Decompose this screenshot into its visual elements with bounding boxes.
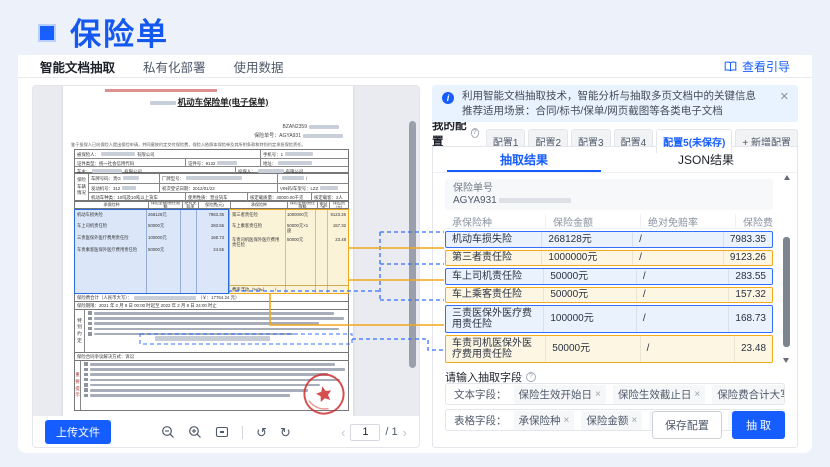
doc-highlight-blue-region: 机动车损失险 268128元 7983.35 车上司机责任险 50000元 28… xyxy=(74,209,229,294)
policy-number-label: 保险单号 xyxy=(453,182,765,195)
info-icon xyxy=(442,92,454,104)
page-number-input[interactable] xyxy=(350,424,380,441)
page-navigator: ‹ / 1 › xyxy=(341,424,407,441)
policy-number-value: AGYA931 xyxy=(453,195,765,206)
book-icon xyxy=(724,61,737,72)
config-tab-5-unsaved[interactable]: 配置5(未保存) xyxy=(656,129,732,153)
info-banner: 利用智能文档抽取技术，智能分析与抽取多页文档中的关键信息 推荐适用场景：合同/标… xyxy=(432,85,798,122)
brand-square-icon xyxy=(38,24,56,42)
remove-tag-icon[interactable] xyxy=(694,389,700,400)
col-insured-amount: 保险金额 xyxy=(545,214,640,229)
nav-tab-doc-extract[interactable]: 智能文档抽取 xyxy=(40,57,115,76)
extract-button[interactable]: 抽 取 xyxy=(732,411,785,439)
document-viewer-panel: 机动车保险单(电子保单) BZAN2359 保险单号：AGYA931 鉴于投保人… xyxy=(32,85,420,448)
page-title: 保险单 xyxy=(70,9,169,54)
top-nav: 智能文档抽取 私有化部署 使用数据 查看引导 xyxy=(18,55,812,78)
doc-red-notice-redacted xyxy=(105,89,217,92)
rotate-left-icon[interactable]: ↺ xyxy=(256,426,267,439)
doc-serial-no: BZAN2359 xyxy=(283,124,341,131)
doc-dispute-row: 保险合同争议解决方式：诉讼 xyxy=(74,353,349,361)
result-row-third-party[interactable]: 第三者责任险1000000元/9123.26 xyxy=(445,250,773,267)
zoom-out-icon[interactable] xyxy=(161,425,175,439)
doc-period-row: 保险期限：2021 年 2 月 8 日 00:00 时起至 2022 年 2 月… xyxy=(74,302,349,310)
red-stamp-icon xyxy=(298,368,350,416)
doc-info-table: 被保险人：有限公司 手机号：1 证件类型：统一社会信用代码 证件号：9132 地… xyxy=(74,149,349,173)
close-icon[interactable] xyxy=(780,90,789,105)
document-scrollbar[interactable] xyxy=(409,121,416,368)
tab-extract-result[interactable]: 抽取结果 xyxy=(433,147,615,172)
text-fields-label: 文本字段： xyxy=(454,387,507,402)
result-row-passenger-liability[interactable]: 车上乘客责任险50000元/157.32 xyxy=(445,287,773,304)
config-content-box: 抽取结果 JSON结果 保险单号 AGYA931 承保险种 保险金额 绝对免赔率 xyxy=(432,146,798,448)
table-fields-label: 表格字段： xyxy=(454,413,507,428)
doc-highlight-yellow-region: 第三者责任险 1000000元 9123.26 车上乘客责任险 50000元×1… xyxy=(229,209,349,294)
results-scrollbar[interactable] xyxy=(782,175,791,363)
doc-policy-no: 保险单号：AGYA931 xyxy=(254,133,345,140)
doc-rate-float-row: 费率浮动（%/‰） / xyxy=(230,285,348,293)
viewer-toolbar: 上传文件 ↺ ↻ ‹ xyxy=(33,416,419,448)
view-guide-link[interactable]: 查看引导 xyxy=(724,58,790,75)
results-table-header: 承保险种 保险金额 绝对免赔率 保险费 xyxy=(445,214,773,229)
tag-effective-end: 保险生效截止日 xyxy=(613,385,705,404)
tag-insured-amount: 保险金额 xyxy=(581,411,642,430)
document-page: 机动车保险单(电子保单) BZAN2359 保险单号：AGYA931 鉴于投保人… xyxy=(63,86,353,416)
doc-title: 机动车保险单(电子保单) xyxy=(63,97,353,108)
prev-page-icon[interactable]: ‹ xyxy=(341,426,345,439)
banner-line2: 推荐适用场景：合同/标书/保单/网页截图等各类电子文档 xyxy=(462,104,772,119)
result-row-driver-liability[interactable]: 车上司机责任险50000元/283.55 xyxy=(445,268,773,285)
help-icon[interactable] xyxy=(471,128,479,138)
nav-tab-usage-data[interactable]: 使用数据 xyxy=(234,57,284,76)
doc-intro-line: 鉴于投保人已向保险人提出保险申请，并同意按约定交付保险费，保险人依照本保险单及其… xyxy=(71,142,349,147)
toolbar-divider xyxy=(242,426,243,439)
zoom-in-icon[interactable] xyxy=(188,425,202,439)
text-fields-input[interactable]: 文本字段： 保险生效开始日 保险生效截止日 保险费合计大写 保险费合计小写 保险… xyxy=(445,383,785,405)
app-root: 保险单 智能文档抽取 私有化部署 使用数据 查看引导 机动车保险单(电子保单) … xyxy=(0,0,830,467)
policy-number-box: 保险单号 AGYA931 xyxy=(445,179,773,210)
extraction-panel: 利用智能文档抽取技术，智能分析与抽取多页文档中的关键信息 推荐适用场景：合同/标… xyxy=(432,85,798,448)
next-page-icon[interactable]: › xyxy=(403,426,407,439)
scroll-down-icon[interactable] xyxy=(783,358,789,363)
doc-items-header: 承保险种 保险金额/责任限额 绝对免赔率 保险费(元) 承保险种 保险金额/责任… xyxy=(74,201,349,209)
remove-tag-icon[interactable] xyxy=(631,415,637,426)
result-row-motor-damage[interactable]: 机动车损失险268128元/7983.35 xyxy=(445,231,773,248)
doc-vehicle-table: 保险车辆情况 车牌号码：贵G 厂牌型号： / 发动机号：312 初次登记日期：2… xyxy=(74,173,349,201)
fields-help-icon[interactable] xyxy=(526,372,536,382)
tag-coverage-type: 承保险种 xyxy=(514,411,575,430)
save-config-button[interactable]: 保存配置 xyxy=(652,411,722,439)
results-scroll-area[interactable]: 保险单号 AGYA931 承保险种 保险金额 绝对免赔率 保险费 机动车损失险2… xyxy=(445,179,773,363)
rotate-right-icon[interactable]: ↻ xyxy=(280,426,291,439)
col-premium: 保险费 xyxy=(735,214,773,229)
banner-line1: 利用智能文档抽取技术，智能分析与抽取多页文档中的关键信息 xyxy=(462,89,772,104)
remove-tag-icon[interactable] xyxy=(564,415,570,426)
col-deductible-rate: 绝对免赔率 xyxy=(640,214,735,229)
doc-total-row: 保险费合计（人民币大写）：（￥：17764.24 元） xyxy=(74,294,349,302)
scrollbar-thumb[interactable] xyxy=(783,237,790,347)
page-total: / 1 xyxy=(385,426,397,438)
result-tabs: 抽取结果 JSON结果 xyxy=(433,147,797,173)
view-guide-label: 查看引导 xyxy=(742,58,790,75)
remove-tag-icon[interactable] xyxy=(595,389,601,400)
tag-effective-start: 保险生效开始日 xyxy=(514,385,606,404)
col-coverage-type: 承保险种 xyxy=(445,214,545,229)
doc-special-terms: 特别约定 xyxy=(74,310,349,353)
fit-page-icon[interactable] xyxy=(215,425,229,439)
result-row-tp-medical[interactable]: 三责医保外医疗费用责任险100000元/168.73 xyxy=(445,305,773,333)
scroll-up-icon[interactable] xyxy=(784,175,790,180)
main-sheet: 智能文档抽取 私有化部署 使用数据 查看引导 机动车保险单(电子保单) BZAN… xyxy=(18,55,812,453)
tag-total-capital: 保险费合计大写 xyxy=(712,385,785,404)
document-viewer[interactable]: 机动车保险单(电子保单) BZAN2359 保险单号：AGYA931 鉴于投保人… xyxy=(33,86,419,416)
upload-file-button[interactable]: 上传文件 xyxy=(45,420,111,444)
nav-tab-private-deploy[interactable]: 私有化部署 xyxy=(143,57,206,76)
result-row-driver-medical[interactable]: 车责司机医保外医疗费用责任险50000元/23.48 xyxy=(445,335,773,363)
action-buttons: 保存配置 抽 取 xyxy=(652,411,785,439)
doc-special-redaction xyxy=(155,336,270,341)
